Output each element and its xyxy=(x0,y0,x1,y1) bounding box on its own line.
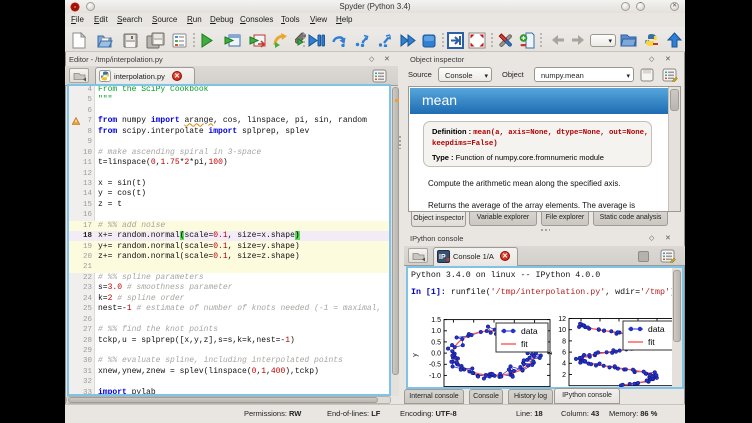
svg-text:12: 12 xyxy=(558,316,566,323)
svg-text:1.5: 1.5 xyxy=(431,317,441,324)
svg-text:10: 10 xyxy=(558,327,566,334)
svg-text:y: y xyxy=(412,353,419,357)
svg-text:data: data xyxy=(521,326,538,336)
svg-text:8: 8 xyxy=(562,338,566,345)
svg-text:0.0: 0.0 xyxy=(431,351,441,358)
svg-text:IP: IP xyxy=(439,254,446,261)
svg-text:1.0: 1.0 xyxy=(431,328,441,335)
svg-text:fit: fit xyxy=(648,337,655,347)
svg-text:2: 2 xyxy=(562,372,566,379)
svg-text:0.5: 0.5 xyxy=(431,339,441,346)
svg-text:-0.5: -0.5 xyxy=(429,362,441,369)
svg-text:fit: fit xyxy=(521,339,528,349)
svg-text:4: 4 xyxy=(562,361,566,368)
svg-text:-1.0: -1.0 xyxy=(429,373,441,380)
svg-text:data: data xyxy=(648,324,665,334)
svg-text:6: 6 xyxy=(562,350,566,357)
